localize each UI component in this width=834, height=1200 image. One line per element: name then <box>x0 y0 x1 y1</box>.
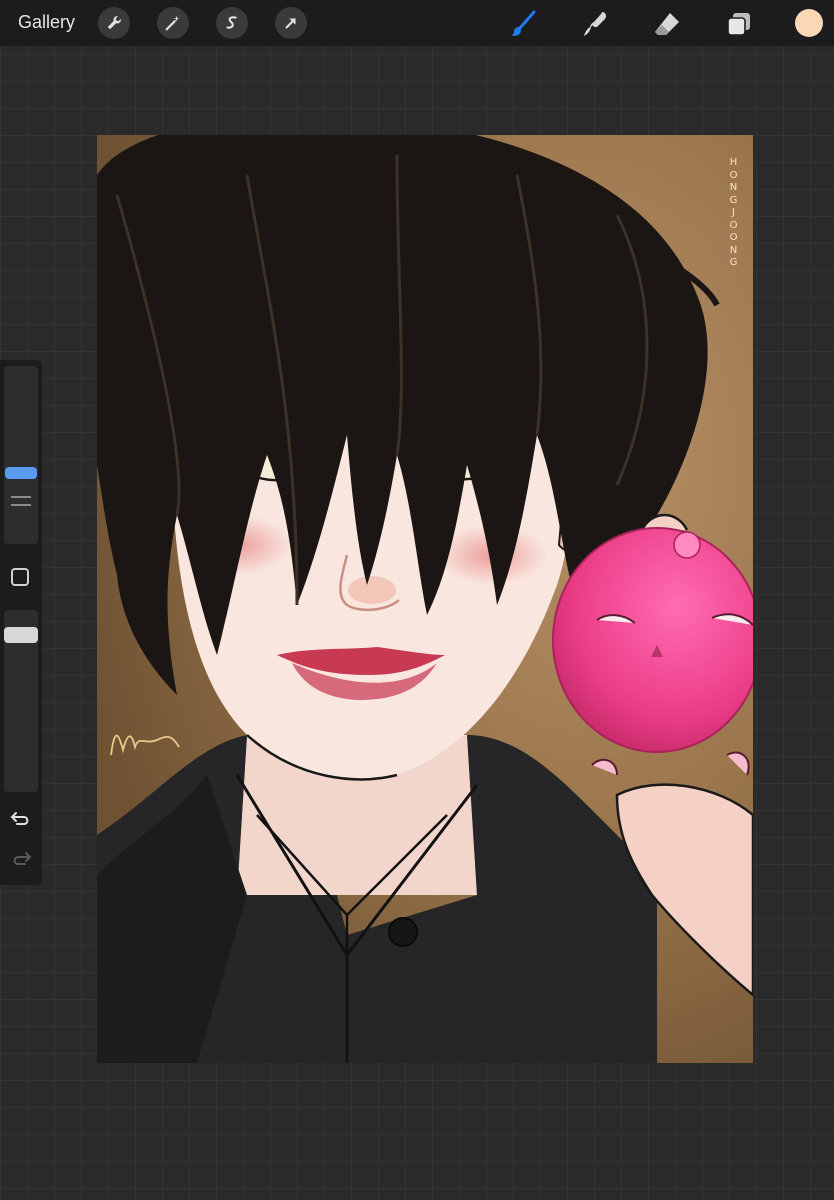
square-icon[interactable] <box>11 568 29 586</box>
layers-icon[interactable] <box>722 7 756 41</box>
opacity-thumb[interactable] <box>4 627 38 644</box>
size-tick <box>11 496 31 498</box>
artwork-illustration <box>97 135 753 1063</box>
left-sidebar <box>0 360 42 885</box>
selection-s-icon[interactable] <box>216 7 248 39</box>
brush-size-slider[interactable] <box>4 366 38 544</box>
gallery-button[interactable]: Gallery <box>18 12 75 33</box>
watermark-text: H O N G J O O N G <box>729 157 739 268</box>
color-picker-swatch[interactable] <box>795 9 823 37</box>
undo-icon[interactable] <box>10 809 32 829</box>
opacity-slider[interactable] <box>4 610 38 792</box>
redo-icon[interactable] <box>10 849 32 869</box>
top-toolbar: Gallery <box>0 0 834 46</box>
size-tick <box>11 504 31 506</box>
smudge-icon[interactable] <box>579 7 613 41</box>
brush-size-thumb[interactable] <box>5 467 37 479</box>
artwork-canvas[interactable]: H O N G J O O N G <box>97 135 753 1063</box>
wrench-icon[interactable] <box>98 7 130 39</box>
brush-icon[interactable] <box>506 7 540 41</box>
eraser-icon[interactable] <box>650 7 684 41</box>
magic-wand-icon[interactable] <box>157 7 189 39</box>
move-arrow-icon[interactable] <box>275 7 307 39</box>
